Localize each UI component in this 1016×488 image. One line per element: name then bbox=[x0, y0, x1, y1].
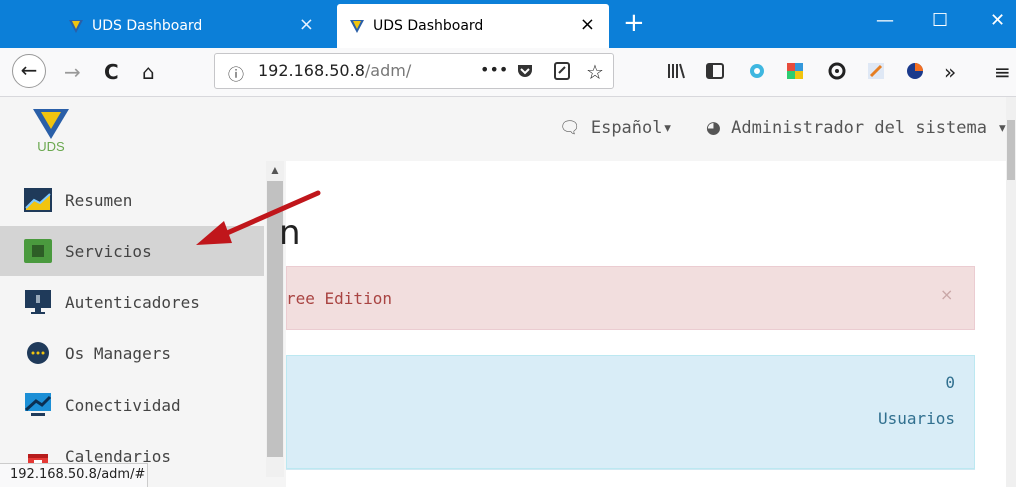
url-path: /adm/ bbox=[364, 61, 412, 80]
uds-favicon-icon bbox=[350, 20, 364, 33]
services-board-icon bbox=[24, 239, 52, 263]
site-info-icon[interactable]: ⓘ bbox=[228, 61, 244, 85]
uds-logo-text: UDS bbox=[37, 139, 65, 153]
extension-gear-icon[interactable] bbox=[747, 61, 767, 81]
status-url: 192.168.50.8/adm/# bbox=[10, 467, 146, 482]
uds-logo[interactable]: UDS bbox=[30, 107, 72, 153]
sidebar-item-label: Autenticadores bbox=[65, 293, 200, 312]
sidebar-item-label: Servicios bbox=[65, 242, 152, 261]
tab-close-button[interactable]: × bbox=[299, 14, 314, 35]
page-actions-button[interactable]: ••• bbox=[480, 58, 508, 82]
hamburger-menu-icon[interactable]: ≡ bbox=[994, 60, 1011, 84]
caret-down-icon: ▾ bbox=[662, 118, 673, 138]
language-dropdown[interactable]: 🗨 Español▾ bbox=[559, 118, 673, 138]
sidebar-item-label: Os Managers bbox=[65, 344, 171, 363]
uds-favicon-icon bbox=[69, 20, 83, 33]
extension-firefox-icon[interactable] bbox=[905, 61, 925, 81]
url-text[interactable]: 192.168.50.8/adm/ bbox=[258, 61, 411, 80]
extension-edit-icon[interactable] bbox=[866, 61, 886, 81]
window-minimize-button[interactable]: — bbox=[876, 10, 894, 31]
tab-close-button[interactable]: × bbox=[580, 14, 595, 35]
sidebar-item-os-managers[interactable]: Os Managers bbox=[0, 328, 264, 378]
window-close-button[interactable]: ✕ bbox=[990, 10, 1005, 31]
user-label: Administrador del sistema bbox=[731, 118, 987, 138]
scroll-up-arrow-icon[interactable]: ▲ bbox=[266, 163, 284, 177]
bookmark-star-icon[interactable]: ☆ bbox=[586, 60, 604, 84]
library-icon[interactable] bbox=[666, 62, 686, 80]
sidebar-toggle-icon[interactable] bbox=[705, 62, 725, 80]
pocket-icon[interactable] bbox=[516, 62, 534, 80]
sidebar-item-label: Resumen bbox=[65, 191, 133, 210]
sidebar-item-label: Conectividad bbox=[65, 396, 181, 415]
tab-title: UDS Dashboard bbox=[92, 18, 203, 34]
users-label: Usuarios bbox=[877, 409, 955, 428]
summary-chart-icon bbox=[24, 188, 52, 212]
annotation-arrow-icon bbox=[196, 190, 321, 245]
screenshot-icon[interactable] bbox=[553, 61, 571, 81]
url-host: 192.168.50.8 bbox=[258, 61, 365, 80]
next-panel bbox=[286, 469, 975, 488]
alert-close-button[interactable]: × bbox=[940, 285, 953, 304]
browser-tab-2-active[interactable]: UDS Dashboard × bbox=[337, 4, 609, 48]
browser-tab-1[interactable]: UDS Dashboard × bbox=[56, 4, 328, 48]
users-count: 0 bbox=[945, 373, 955, 392]
language-label: Español bbox=[590, 118, 663, 138]
window-maximize-button[interactable]: ☐ bbox=[932, 10, 948, 31]
overflow-menu-button[interactable]: » bbox=[944, 60, 956, 84]
sidebar-item-autenticadores[interactable]: Autenticadores bbox=[0, 277, 264, 327]
page-scrollbar-thumb[interactable] bbox=[1007, 120, 1015, 180]
reload-button[interactable]: C bbox=[104, 60, 119, 84]
connectivity-monitor-icon bbox=[24, 393, 52, 416]
sidebar-item-conectividad[interactable]: Conectividad bbox=[0, 380, 264, 430]
chat-bubbles-icon: 🗨 bbox=[559, 118, 581, 138]
alert-text: ree Edition bbox=[286, 289, 392, 308]
authenticator-monitor-icon bbox=[25, 290, 51, 314]
new-tab-button[interactable]: + bbox=[623, 8, 645, 38]
forward-button[interactable]: → bbox=[64, 60, 81, 84]
home-button[interactable]: ⌂ bbox=[142, 60, 155, 84]
tab-title: UDS Dashboard bbox=[373, 18, 484, 34]
back-button[interactable]: ← bbox=[12, 54, 46, 88]
user-dropdown[interactable]: ◕ Administrador del sistema ▾ bbox=[706, 118, 1007, 138]
settings-icon[interactable] bbox=[827, 61, 847, 81]
dashboard-gauge-icon: ◕ bbox=[706, 118, 721, 138]
os-managers-dots-icon bbox=[27, 342, 49, 364]
extension-puzzle-icon[interactable] bbox=[785, 61, 805, 81]
